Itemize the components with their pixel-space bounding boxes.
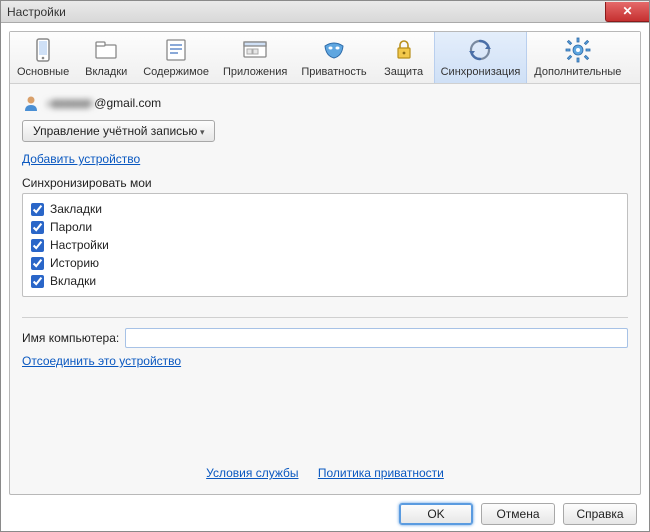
sync-icon xyxy=(466,36,494,64)
computer-name-row: Имя компьютера: xyxy=(22,328,628,348)
tab-sync[interactable]: Синхронизация xyxy=(434,32,528,83)
lock-icon xyxy=(390,36,418,64)
legal-links: Условия службы Политика приватности xyxy=(22,466,628,486)
body-wrap: Основные Вкладки Содержимое xyxy=(1,23,649,531)
device-icon xyxy=(29,36,57,64)
add-device-link[interactable]: Добавить устройство xyxy=(22,152,140,166)
ok-button[interactable]: OK xyxy=(399,503,473,525)
disconnect-device-link[interactable]: Отсоединить это устройство xyxy=(22,354,181,368)
folder-icon xyxy=(92,36,120,64)
checkbox[interactable] xyxy=(31,203,44,216)
settings-window: Настройки ✕ Основные Вкладки xyxy=(0,0,650,532)
manage-account-button[interactable]: Управление учётной записью xyxy=(22,120,215,142)
sync-item-settings[interactable]: Настройки xyxy=(31,236,619,254)
sync-my-label: Синхронизировать мои xyxy=(22,176,628,190)
apps-icon xyxy=(241,36,269,64)
tab-privacy[interactable]: Приватность xyxy=(294,32,373,83)
tab-label: Дополнительные xyxy=(534,66,621,78)
tab-security[interactable]: Защита xyxy=(374,32,434,83)
account-email-domain: @gmail.com xyxy=(94,96,161,110)
account-email: a▮▮▮▮▮▮k@gmail.com xyxy=(46,96,161,110)
category-toolbar: Основные Вкладки Содержимое xyxy=(10,32,640,84)
sync-item-history[interactable]: Историю xyxy=(31,254,619,272)
window-close-button[interactable]: ✕ xyxy=(605,2,649,22)
account-row: a▮▮▮▮▮▮k@gmail.com xyxy=(22,94,628,112)
dialog-footer: OK Отмена Справка xyxy=(9,495,641,525)
sync-item-passwords[interactable]: Пароли xyxy=(31,218,619,236)
content-icon xyxy=(162,36,190,64)
sync-panel-content: a▮▮▮▮▮▮k@gmail.com Управление учётной за… xyxy=(10,84,640,494)
gear-icon xyxy=(564,36,592,64)
window-title: Настройки xyxy=(7,5,66,19)
sync-item-label: Вкладки xyxy=(50,274,96,288)
help-button[interactable]: Справка xyxy=(563,503,637,525)
sync-item-label: Пароли xyxy=(50,220,92,234)
settings-panel: Основные Вкладки Содержимое xyxy=(9,31,641,495)
sync-item-tabs[interactable]: Вкладки xyxy=(31,272,619,290)
checkbox[interactable] xyxy=(31,257,44,270)
tab-label: Содержимое xyxy=(143,66,209,78)
sync-item-bookmarks[interactable]: Закладки xyxy=(31,200,619,218)
cancel-button[interactable]: Отмена xyxy=(481,503,555,525)
mask-icon xyxy=(320,36,348,64)
sync-item-label: Настройки xyxy=(50,238,109,252)
sync-item-label: Закладки xyxy=(50,202,102,216)
account-email-local: a▮▮▮▮▮▮k xyxy=(46,96,94,110)
close-icon: ✕ xyxy=(622,5,632,17)
tab-label: Приватность xyxy=(301,66,366,78)
tab-general[interactable]: Основные xyxy=(10,32,76,83)
tab-label: Защита xyxy=(384,66,423,78)
tab-advanced[interactable]: Дополнительные xyxy=(527,32,628,83)
computer-name-input[interactable] xyxy=(125,328,628,348)
privacy-policy-link[interactable]: Политика приватности xyxy=(318,466,444,480)
checkbox[interactable] xyxy=(31,275,44,288)
sync-item-label: Историю xyxy=(50,256,99,270)
tab-label: Приложения xyxy=(223,66,287,78)
tab-label: Основные xyxy=(17,66,69,78)
terms-of-service-link[interactable]: Условия службы xyxy=(206,466,298,480)
tab-label: Синхронизация xyxy=(441,66,521,78)
tab-applications[interactable]: Приложения xyxy=(216,32,294,83)
avatar-icon xyxy=(22,94,40,112)
window-titlebar: Настройки ✕ xyxy=(1,1,649,23)
sync-items-box: Закладки Пароли Настройки Историю xyxy=(22,193,628,297)
checkbox[interactable] xyxy=(31,221,44,234)
checkbox[interactable] xyxy=(31,239,44,252)
separator xyxy=(22,317,628,318)
tab-content[interactable]: Содержимое xyxy=(136,32,216,83)
tab-label: Вкладки xyxy=(85,66,127,78)
tab-tabs[interactable]: Вкладки xyxy=(76,32,136,83)
computer-name-label: Имя компьютера: xyxy=(22,331,119,345)
